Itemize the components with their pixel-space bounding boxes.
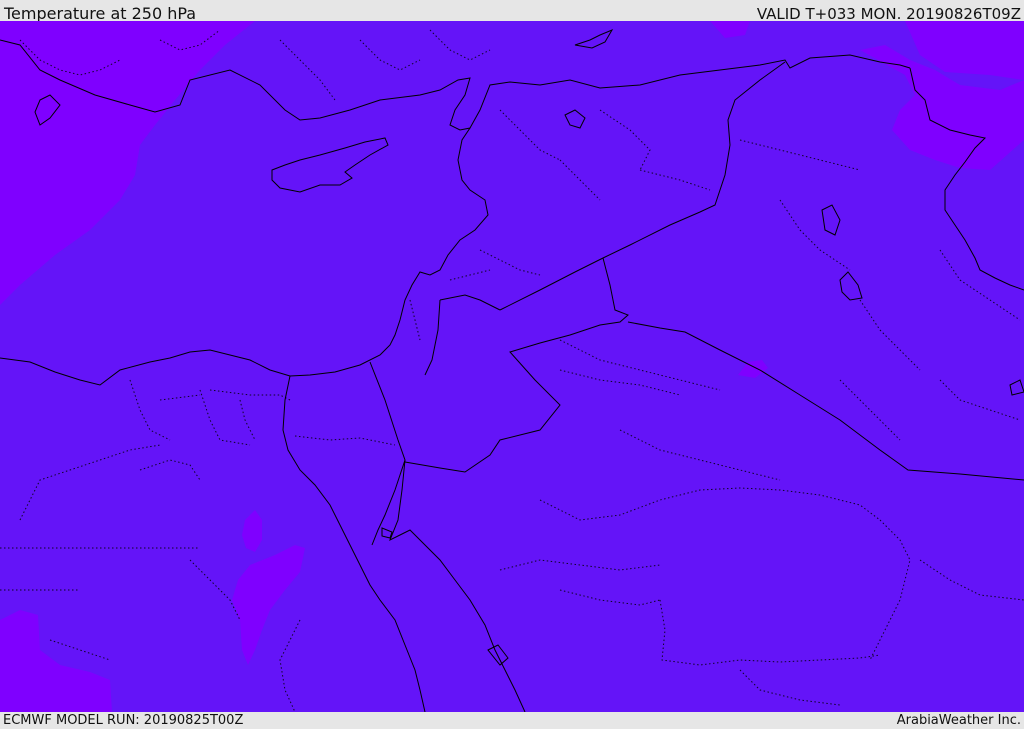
header-bar: Temperature at 250 hPa VALID T+033 MON. … [0, 0, 1024, 23]
footer-bar: ECMWF MODEL RUN: 20190825T00Z ArabiaWeat… [0, 712, 1024, 729]
model-run-label: ECMWF MODEL RUN: 20190825T00Z [3, 713, 244, 728]
credit-label: ArabiaWeather Inc. [896, 713, 1021, 728]
map-canvas [0, 21, 1024, 712]
temperature-map [0, 21, 1024, 712]
